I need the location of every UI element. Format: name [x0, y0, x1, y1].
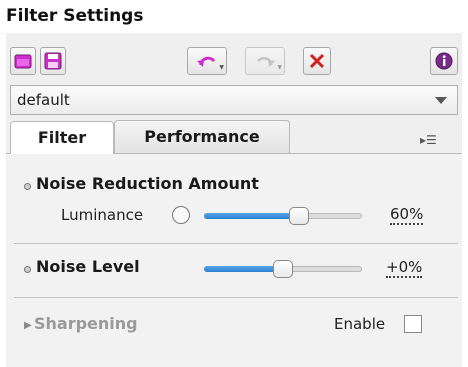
section-title-noise-level: Noise Level — [36, 257, 140, 276]
preset-combobox[interactable]: default — [10, 85, 458, 115]
luminance-slider[interactable] — [204, 207, 362, 225]
noise-level-value[interactable]: +0% — [386, 259, 423, 278]
info-icon — [435, 52, 453, 70]
panel-title: Filter Settings — [6, 6, 144, 26]
expand-arrow-icon[interactable]: ▶ — [24, 320, 32, 331]
chevron-down-icon: ▼ — [219, 64, 224, 71]
chevron-down-icon — [435, 97, 447, 104]
section-title-sharpening[interactable]: Sharpening — [34, 314, 138, 333]
noise-level-slider-handle[interactable] — [273, 260, 293, 278]
undo-icon — [197, 56, 216, 67]
filter-settings-panel: ▼ ▼ default Filter Performance ▸☰ Noise … — [6, 33, 462, 367]
preset-value: default — [17, 91, 70, 109]
section-title-noise-reduction: Noise Reduction Amount — [36, 174, 259, 193]
section-divider — [14, 297, 458, 298]
info-button[interactable] — [430, 47, 458, 75]
tab-content-filter: Noise Reduction Amount Luminance 60% Noi… — [6, 154, 462, 367]
luminance-slider-fill — [204, 213, 298, 219]
noise-level-slider[interactable] — [204, 260, 362, 278]
chevron-down-icon: ▼ — [277, 64, 282, 71]
open-preset-button[interactable] — [10, 47, 36, 75]
section-bullet-icon — [24, 183, 31, 190]
section-bullet-icon — [24, 266, 31, 273]
luminance-value[interactable]: 60% — [390, 206, 424, 225]
luminance-radio[interactable] — [172, 206, 190, 224]
floppy-disk-icon — [44, 52, 62, 70]
undo-button[interactable]: ▼ — [187, 47, 227, 75]
luminance-label: Luminance — [61, 206, 144, 224]
folder-icon — [14, 54, 32, 69]
tab-menu-icon[interactable]: ▸☰ — [420, 133, 437, 147]
section-divider — [14, 243, 458, 244]
sharpening-enable-checkbox[interactable] — [404, 315, 422, 333]
tab-filter[interactable]: Filter — [10, 121, 114, 154]
save-preset-button[interactable] — [40, 47, 66, 75]
redo-button[interactable]: ▼ — [245, 47, 285, 75]
redo-icon — [257, 56, 275, 67]
luminance-slider-handle[interactable] — [288, 207, 309, 225]
sharpening-enable-label: Enable — [334, 315, 386, 333]
noise-level-slider-fill — [204, 266, 282, 272]
close-icon — [309, 53, 325, 69]
tab-performance[interactable]: Performance — [114, 120, 290, 154]
reset-button[interactable] — [303, 47, 331, 75]
